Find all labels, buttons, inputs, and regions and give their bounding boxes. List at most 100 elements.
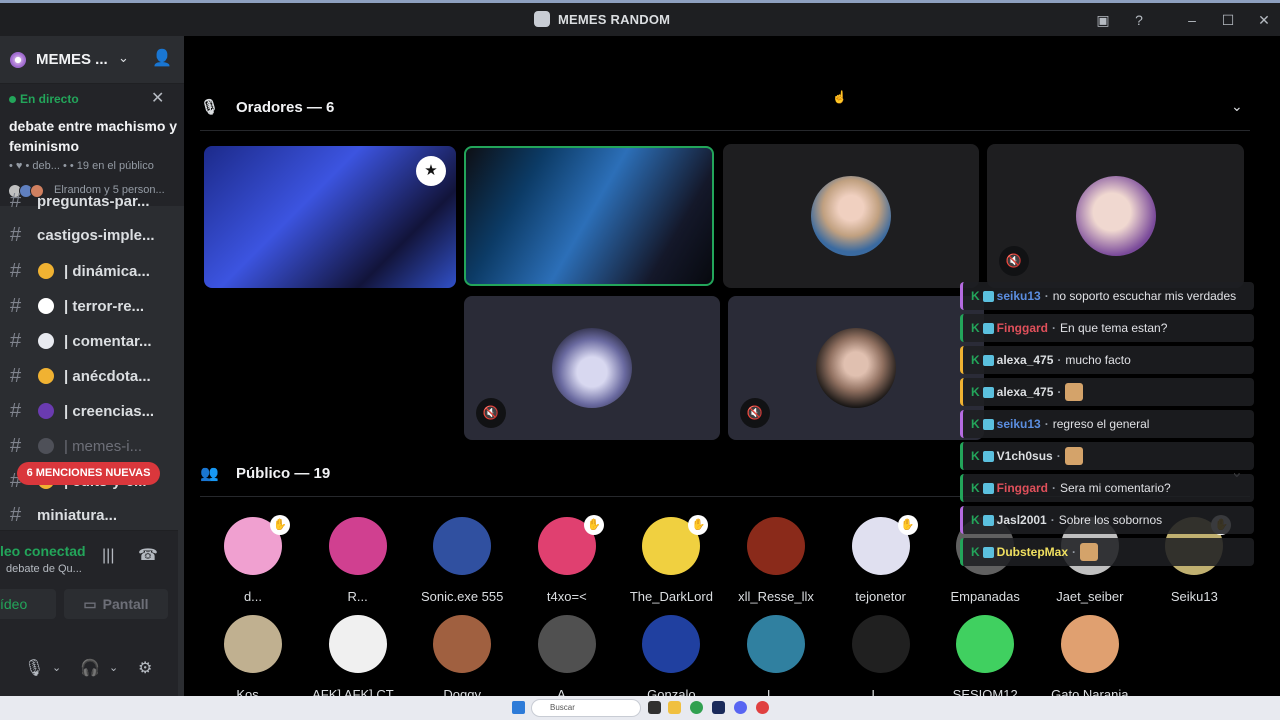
audience-member[interactable]: xll_Resse_llx bbox=[726, 517, 826, 604]
channel-label: miniatura... bbox=[37, 506, 118, 524]
separator: · bbox=[1057, 385, 1062, 399]
chat-username[interactable]: seiku13 bbox=[997, 289, 1041, 303]
screen-share-button[interactable]: ▭ Pantall bbox=[64, 589, 168, 619]
chat-username[interactable]: V1ch0sus bbox=[997, 449, 1053, 463]
channel-item[interactable]: # | terror-re... bbox=[0, 289, 184, 323]
audience-member[interactable]: ✋ d... bbox=[203, 515, 303, 604]
audio-options-chevron-icon[interactable]: ⌄ bbox=[109, 661, 118, 674]
audience-member[interactable]: Kos... bbox=[203, 615, 303, 702]
file-explorer-icon[interactable] bbox=[668, 701, 681, 714]
chat-message: K Finggard · Sera mi comentario? bbox=[960, 474, 1254, 502]
channel-item[interactable]: # | memes-i... bbox=[0, 429, 184, 463]
speaker-tile[interactable]: 🔇 bbox=[464, 296, 720, 440]
discord-icon[interactable] bbox=[734, 701, 747, 714]
channel-item[interactable]: # | creencias... bbox=[0, 394, 184, 428]
audience-member[interactable]: L... bbox=[831, 615, 931, 702]
audience-member[interactable]: R... bbox=[308, 517, 408, 604]
audience-member[interactable]: ✋ t4xo=< bbox=[517, 515, 617, 604]
channel-label: | comentar... bbox=[64, 332, 152, 350]
video-button[interactable]: ídeo bbox=[0, 589, 56, 619]
mouse-cursor-icon: ☝ bbox=[832, 90, 847, 104]
user-badge-icon bbox=[982, 418, 994, 430]
invite-user-icon[interactable]: 👤 bbox=[152, 48, 172, 68]
close-window-icon[interactable]: ✕ bbox=[1255, 11, 1273, 29]
voice-channel-name[interactable]: debate de Qu... bbox=[6, 563, 82, 575]
chat-username[interactable]: Finggard bbox=[997, 321, 1048, 335]
disconnect-icon[interactable]: ☎ bbox=[138, 545, 158, 565]
hashtag-icon: # bbox=[10, 223, 22, 246]
windows-start-icon[interactable] bbox=[512, 701, 525, 714]
chrome-icon[interactable] bbox=[690, 701, 703, 714]
audience-member[interactable]: ✋ The_DarkLord bbox=[621, 515, 721, 604]
channel-item[interactable]: # | comentar... bbox=[0, 324, 184, 358]
chat-text: En que tema estan? bbox=[1060, 321, 1168, 335]
hashtag-icon: # bbox=[10, 329, 22, 352]
chat-username[interactable]: seiku13 bbox=[997, 417, 1041, 431]
speaker-tile-video[interactable]: ★ bbox=[204, 146, 456, 288]
audience-member[interactable]: ✋ tejonetor bbox=[831, 515, 931, 604]
user-badge-icon bbox=[982, 546, 994, 558]
help-icon[interactable]: ? bbox=[1130, 11, 1148, 29]
hashtag-icon: # bbox=[10, 189, 22, 212]
channel-item[interactable]: # | dinámica... bbox=[0, 254, 184, 288]
raised-hand-icon: ✋ bbox=[270, 515, 290, 535]
microphone-icon[interactable]: 🎙 bbox=[24, 658, 44, 678]
mic-options-chevron-icon[interactable]: ⌄ bbox=[52, 661, 61, 674]
separator: · bbox=[1057, 353, 1062, 367]
new-mentions-badge[interactable]: 6 MENCIONES NUEVAS bbox=[17, 462, 160, 485]
noise-suppression-icon[interactable]: ||| bbox=[102, 547, 114, 565]
hashtag-icon: # bbox=[10, 294, 22, 317]
avatar bbox=[816, 328, 896, 408]
chat-username[interactable]: alexa_475 bbox=[997, 385, 1054, 399]
channel-emoji-icon bbox=[38, 298, 54, 314]
inbox-icon[interactable]: ▣ bbox=[1094, 11, 1112, 29]
audience-member[interactable]: Gato Naranja bbox=[1040, 615, 1140, 702]
channel-item[interactable]: # miniatura... bbox=[0, 498, 184, 532]
minimize-icon[interactable]: – bbox=[1183, 11, 1201, 29]
audience-member[interactable]: Gonzalo bbox=[621, 615, 721, 702]
audience-member[interactable]: Sonic.exe 555 bbox=[412, 517, 512, 604]
maximize-icon[interactable]: ☐ bbox=[1219, 11, 1237, 29]
chat-text: Sera mi comentario? bbox=[1060, 481, 1171, 495]
channel-item[interactable]: # preguntas-par... bbox=[0, 184, 184, 218]
collapse-speakers-chevron-icon[interactable]: ⌄ bbox=[1231, 98, 1243, 115]
speaker-tile-video-active[interactable] bbox=[464, 146, 714, 286]
user-badge-icon bbox=[982, 482, 994, 494]
channel-item[interactable]: # castigos-imple... bbox=[0, 218, 184, 252]
chat-message: K V1ch0sus · bbox=[960, 442, 1254, 470]
audience-member[interactable]: Doggy bbox=[412, 615, 512, 702]
photoshop-icon[interactable] bbox=[712, 701, 725, 714]
server-header[interactable]: MEMES ... ⌄ 👤 bbox=[0, 36, 184, 84]
close-icon[interactable]: ✕ bbox=[151, 88, 164, 108]
audience-member[interactable]: AFK] AFK] CT... bbox=[308, 615, 408, 702]
avatar bbox=[328, 517, 387, 575]
taskbar-search[interactable]: Buscar bbox=[531, 699, 641, 717]
muted-mic-icon: 🔇 bbox=[999, 246, 1029, 276]
speaker-tile[interactable] bbox=[723, 144, 979, 288]
speaker-tile[interactable]: 🔇 bbox=[987, 144, 1244, 288]
speaker-tile[interactable]: 🔇 bbox=[728, 296, 984, 440]
channel-label: | memes-i... bbox=[64, 437, 143, 455]
chat-username[interactable]: DubstepMax bbox=[997, 545, 1068, 559]
chat-username[interactable]: alexa_475 bbox=[997, 353, 1054, 367]
separator: · bbox=[1052, 321, 1056, 335]
chevron-down-icon[interactable]: ⌄ bbox=[118, 50, 129, 66]
headphones-icon[interactable]: 🎧 bbox=[80, 658, 100, 678]
speakers-header[interactable]: 🎙 Oradores — 6 bbox=[200, 96, 334, 118]
audience-member[interactable]: A... bbox=[517, 615, 617, 702]
channel-label: | creencias... bbox=[64, 402, 155, 420]
chat-username[interactable]: Jasl2001 bbox=[997, 513, 1047, 527]
chat-message: Kseiku13 · no soporto escuchar mis verdade… bbox=[960, 282, 1254, 310]
channel-label: preguntas-par... bbox=[37, 192, 150, 210]
chat-username[interactable]: Finggard bbox=[997, 481, 1048, 495]
task-view-icon[interactable] bbox=[648, 701, 661, 714]
kick-badge-icon: K bbox=[971, 513, 980, 527]
audience-member[interactable]: SESIOM12 bbox=[935, 615, 1035, 702]
audience-header[interactable]: 👥 Público — 19 bbox=[200, 462, 330, 484]
app-icon[interactable] bbox=[756, 701, 769, 714]
channel-item[interactable]: # | anécdota... bbox=[0, 359, 184, 393]
muted-mic-icon: 🔇 bbox=[740, 398, 770, 428]
settings-gear-icon[interactable]: ⚙ bbox=[138, 658, 152, 678]
audience-member[interactable]: L... bbox=[726, 615, 826, 702]
user-panel: 🎙 ⌄ 🎧 ⌄ ⚙ bbox=[0, 640, 178, 696]
